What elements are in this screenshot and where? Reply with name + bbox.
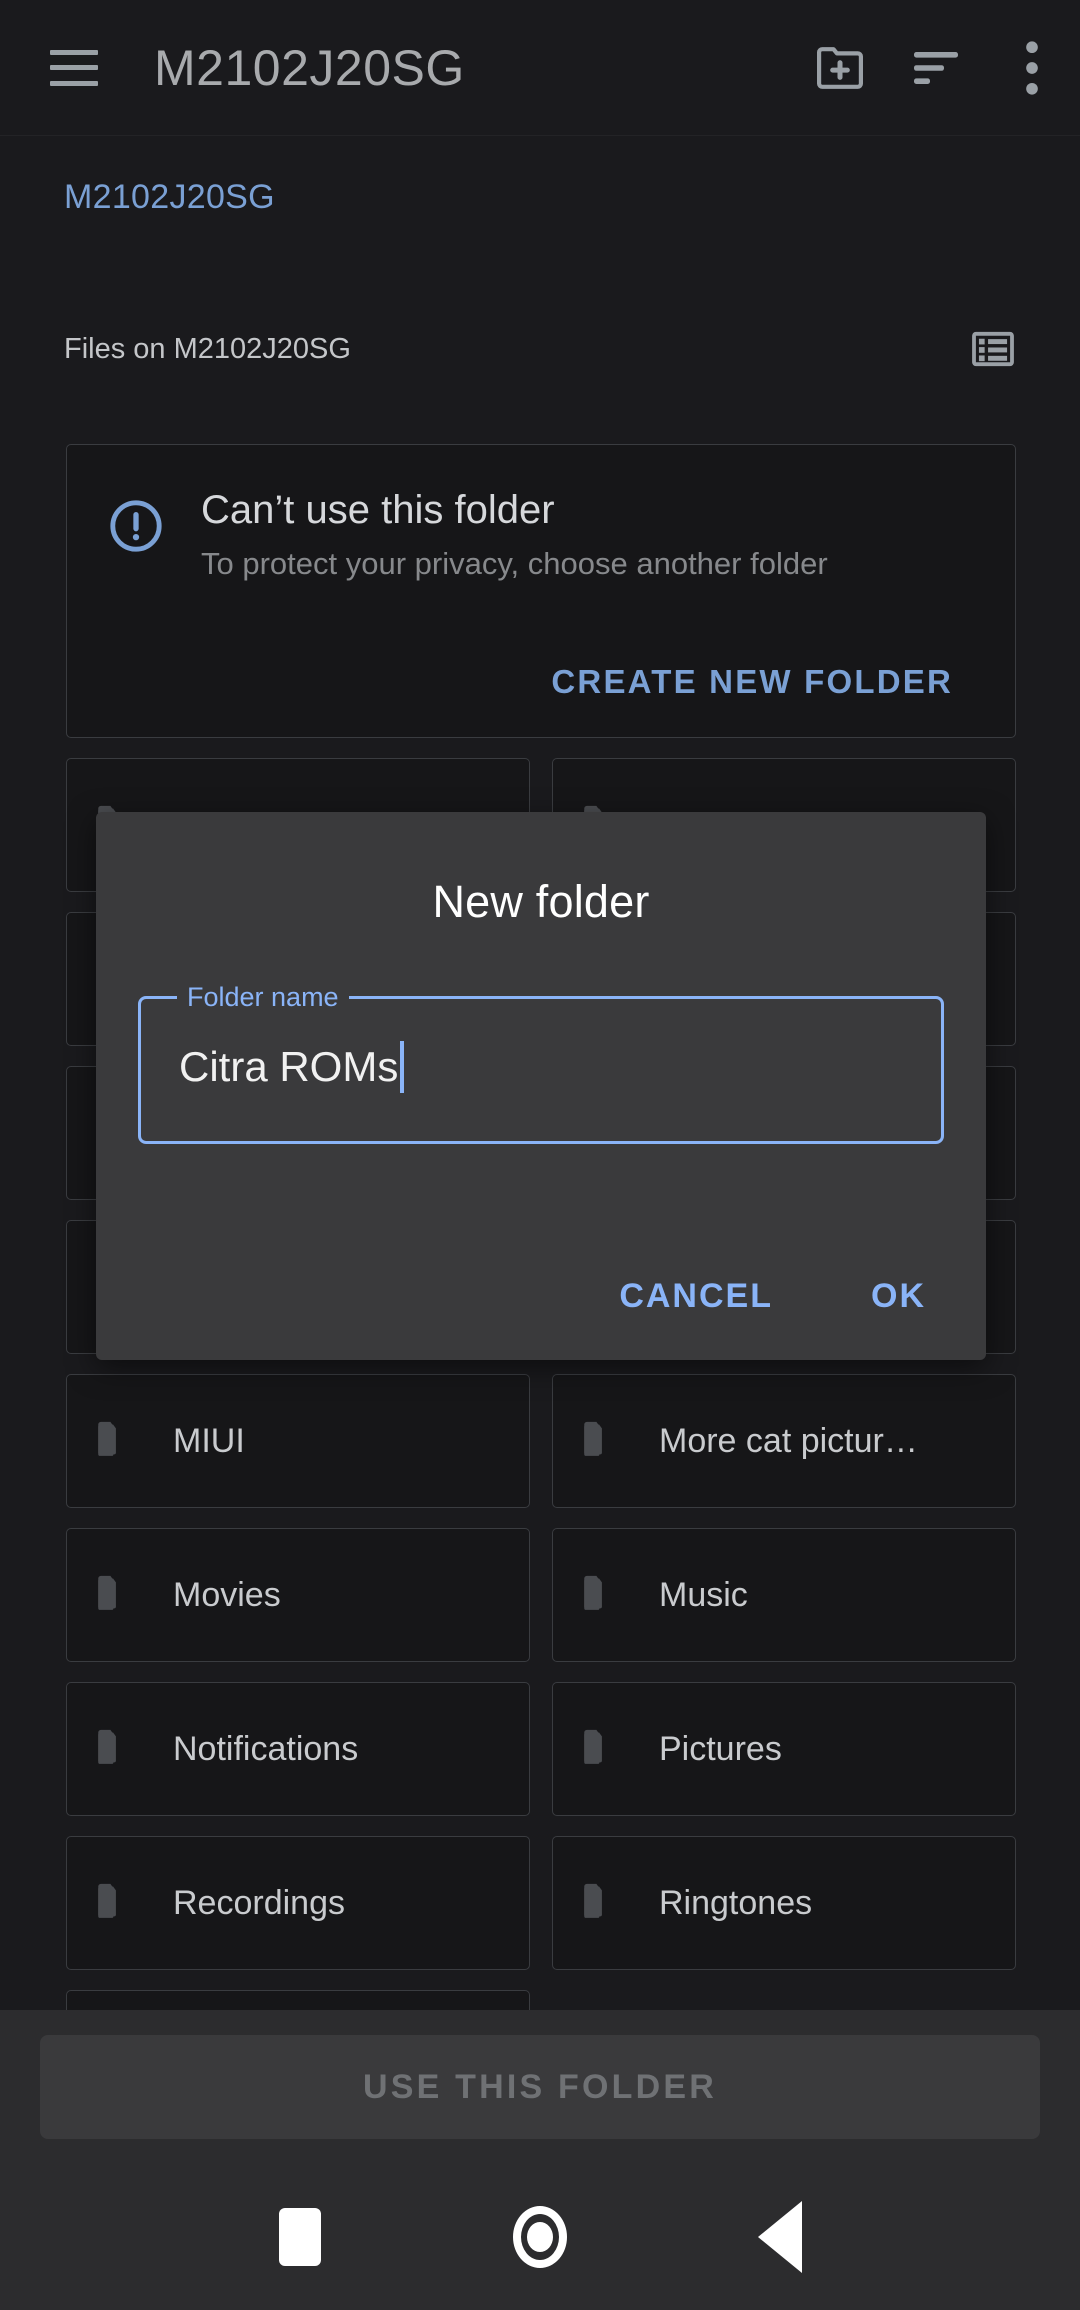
folder-label: Ringtones	[659, 1883, 813, 1922]
warning-row: Can’t use this folder To protect your pr…	[67, 445, 1015, 582]
folder-icon	[581, 1420, 627, 1463]
hamburger-bar-1	[50, 49, 98, 55]
ok-button[interactable]: OK	[845, 1259, 952, 1334]
folder-icon	[95, 1574, 141, 1617]
create-new-folder-button[interactable]: CREATE NEW FOLDER	[551, 663, 953, 701]
top-app-bar: M2102J20SG	[0, 0, 1080, 136]
create-new-folder-icon[interactable]	[792, 20, 888, 116]
app-bar-title: M2102J20SG	[154, 39, 465, 96]
folder-label: Pictures	[659, 1729, 782, 1768]
warning-subtitle: To protect your privacy, choose another …	[201, 546, 828, 581]
folder-card[interactable]: Recordings	[66, 1836, 530, 1970]
folder-icon	[581, 1882, 627, 1925]
sort-icon[interactable]	[888, 20, 984, 116]
cant-use-folder-card: Can’t use this folder To protect your pr…	[66, 444, 1016, 738]
folder-name-text: Citra ROMs	[179, 1043, 399, 1090]
folder-label: Music	[659, 1575, 748, 1614]
circle-home-icon[interactable]	[495, 2192, 585, 2282]
folder-card[interactable]: Ringtones	[552, 1836, 1016, 1970]
new-folder-dialog: New folder Folder name Citra ROMs CANCEL…	[96, 812, 986, 1360]
hamburger-menu-icon[interactable]	[50, 49, 98, 86]
section-header: Files on M2102J20SG	[64, 326, 1016, 372]
folder-label: Notifications	[173, 1729, 359, 1768]
home-inner-dot	[527, 2222, 553, 2252]
app-bar-actions	[792, 20, 1080, 116]
more-options-icon[interactable]	[984, 20, 1080, 116]
folder-card[interactable]: Notifications	[66, 1682, 530, 1816]
folder-name-value: Citra ROMs	[179, 1041, 405, 1093]
dialog-title: New folder	[432, 876, 650, 927]
back-glyph	[758, 2201, 802, 2273]
folder-card[interactable]: Pictures	[552, 1682, 1016, 1816]
folder-icon	[95, 1882, 141, 1925]
folder-icon	[95, 1728, 141, 1771]
square-recents-icon[interactable]	[255, 2192, 345, 2282]
folder-icon	[95, 1420, 141, 1463]
folder-card[interactable]: Movies	[66, 1528, 530, 1662]
hamburger-bar-3	[50, 80, 98, 86]
folder-label: More cat pictur…	[659, 1421, 918, 1460]
bottom-action-bar: USE THIS FOLDER	[0, 2010, 1080, 2164]
folder-name-input[interactable]: Folder name Citra ROMs	[138, 977, 944, 1144]
folder-card[interactable]: More cat pictur…	[552, 1374, 1016, 1508]
home-glyph	[513, 2206, 567, 2268]
folder-label: Movies	[173, 1575, 281, 1614]
folder-name-label: Folder name	[177, 977, 349, 1017]
triangle-back-icon[interactable]	[735, 2192, 825, 2282]
system-nav-bar	[0, 2164, 1080, 2310]
folder-card[interactable]: MIUI	[66, 1374, 530, 1508]
files-on-label: Files on M2102J20SG	[64, 332, 351, 365]
error-outline-icon	[107, 497, 165, 582]
folder-card[interactable]: Music	[552, 1528, 1016, 1662]
recents-glyph	[279, 2208, 321, 2266]
folder-icon	[581, 1728, 627, 1771]
text-caret	[400, 1041, 405, 1093]
warning-text-block: Can’t use this folder To protect your pr…	[201, 487, 828, 582]
folder-label: MIUI	[173, 1421, 245, 1460]
list-view-icon[interactable]	[970, 326, 1016, 372]
dialog-actions: CANCEL OK	[593, 1259, 952, 1334]
folder-label: Recordings	[173, 1883, 345, 1922]
breadcrumb[interactable]: M2102J20SG	[64, 178, 275, 217]
warning-title: Can’t use this folder	[201, 488, 555, 532]
folder-icon	[581, 1574, 627, 1617]
use-this-folder-button[interactable]: USE THIS FOLDER	[40, 2035, 1040, 2139]
cancel-button[interactable]: CANCEL	[593, 1259, 799, 1334]
app-screen: M2102J20SG M2102J20SG Files on M2102J20S…	[0, 0, 1080, 2310]
hamburger-bar-2	[50, 65, 98, 70]
